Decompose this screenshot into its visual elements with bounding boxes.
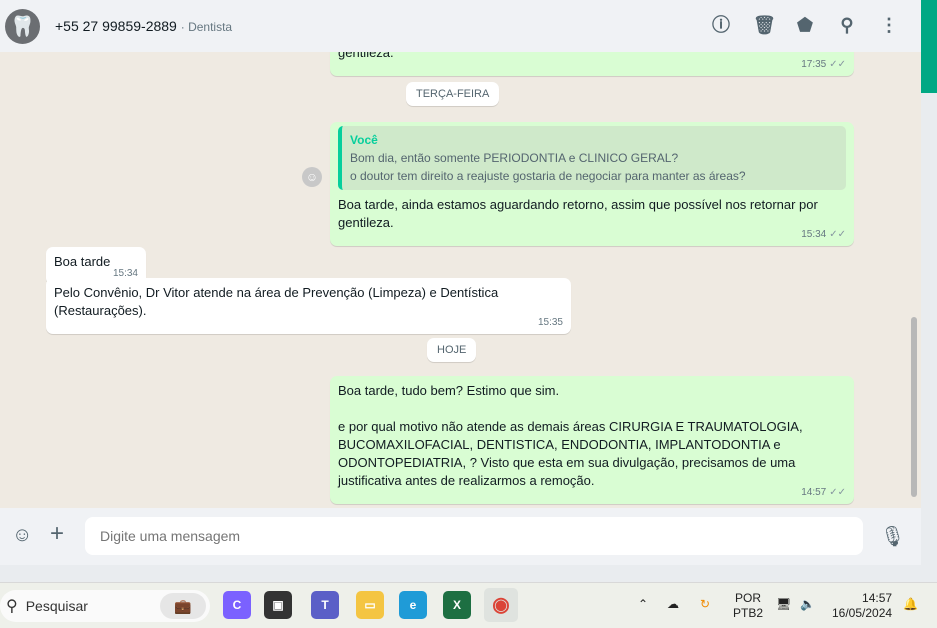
date-divider: TERÇA-FEIRA [406, 82, 500, 106]
chat-area: gentileza. 17:35 ✓✓ TERÇA-FEIRA ☺ Você Bo… [0, 52, 921, 508]
emoji-icon[interactable]: ☺ [12, 524, 32, 547]
message-text: e por qual motivo não atende as demais á… [338, 419, 803, 488]
search-label: Pesquisar [25, 598, 88, 614]
scrollbar[interactable] [911, 317, 917, 497]
taskbar: ⚲ Pesquisar 💼 C ▣ T ▭ e X ◉ ⌃ ☁ ↻ POR PTB2… [0, 582, 937, 628]
search-icon[interactable]: ⚲ [837, 14, 857, 36]
label-icon[interactable]: ⬟ [795, 14, 815, 36]
copilot-icon[interactable]: C [223, 591, 251, 619]
window-edge [921, 0, 937, 565]
message-time: 14:57 [801, 487, 827, 498]
quote-text: o doutor tem direito a reajuste gostaria… [350, 169, 746, 183]
message-time: 17:35 [801, 59, 827, 70]
message-text: Boa tarde [54, 254, 111, 269]
network-icon[interactable]: 🖥 [776, 597, 791, 612]
message-outgoing: Boa tarde, tudo bem? Estimo que sim. e p… [330, 376, 854, 504]
search-icon: ⚲ [6, 598, 18, 615]
layout-code: PTB2 [733, 606, 764, 620]
file-explorer-icon[interactable]: ▭ [356, 591, 384, 619]
cloud-off-icon[interactable]: ☁ [667, 597, 679, 612]
date-divider: HOJE [427, 338, 477, 362]
message-text: Boa tarde, ainda estamos aguardando reto… [338, 197, 818, 230]
message-incoming: Pelo Convênio, Dr Vitor atende na área d… [46, 278, 571, 334]
message-text: Pelo Convênio, Dr Vitor atende na área d… [54, 285, 499, 318]
sync-icon[interactable]: ↻ [700, 597, 710, 612]
contact-number: +55 27 99859-2889 [55, 18, 177, 34]
volume-icon[interactable]: 🔈 [800, 597, 815, 612]
double-check-icon: ✓✓ [829, 229, 846, 240]
trash-icon[interactable]: 🗑 [753, 14, 776, 36]
composer: ☺ + 🎙 [0, 508, 921, 565]
quote-author: Você [350, 133, 378, 147]
message-text: Boa tarde, tudo bem? Estimo que sim. [338, 383, 560, 398]
message-time: 15:35 [537, 317, 563, 328]
clock[interactable]: 14:57 16/05/2024 [832, 591, 892, 621]
chevron-up-icon[interactable]: ⌃ [638, 597, 648, 612]
info-icon[interactable]: ⓘ [711, 14, 731, 36]
message-input[interactable] [85, 517, 863, 555]
message-outgoing: gentileza. 17:35 ✓✓ [330, 52, 854, 76]
contact-info[interactable]: +55 27 99859-2889 · Dentista [55, 18, 232, 34]
chat-header: 🦷 +55 27 99859-2889 · Dentista ⓘ 🗑 ⬟ ⚲ ⋮ [0, 0, 921, 52]
microphone-icon[interactable]: 🎙 [880, 524, 905, 549]
message-outgoing: Você Bom dia, então somente PERIODONTIA … [330, 122, 854, 246]
language-indicator[interactable]: POR PTB2 [733, 591, 763, 621]
clock-time: 14:57 [862, 591, 893, 605]
contact-avatar[interactable]: 🦷 [5, 8, 40, 44]
task-view-icon[interactable]: ▣ [264, 591, 292, 619]
taskbar-search[interactable]: ⚲ Pesquisar 💼 [0, 590, 210, 622]
message-text: gentileza. [338, 52, 394, 60]
plus-icon[interactable]: + [50, 520, 64, 548]
quote-text: Bom dia, então somente PERIODONTIA e CLI… [350, 151, 679, 165]
chrome-icon[interactable]: ◉ [484, 588, 518, 622]
double-check-icon: ✓✓ [829, 59, 846, 70]
clock-date: 16/05/2024 [832, 606, 893, 620]
react-emoji-icon[interactable]: ☺ [302, 167, 322, 187]
edge-icon[interactable]: e [399, 591, 427, 619]
lang-code: POR [735, 591, 762, 605]
double-check-icon: ✓✓ [829, 487, 846, 498]
quoted-message[interactable]: Você Bom dia, então somente PERIODONTIA … [338, 126, 846, 190]
contact-label: · Dentista [180, 20, 233, 34]
message-time: 15:34 [801, 229, 827, 240]
teams-icon[interactable]: T [311, 591, 339, 619]
notification-bell-icon[interactable]: 🔔 [903, 597, 918, 612]
menu-icon[interactable]: ⋮ [879, 14, 899, 36]
briefcase-icon: 💼 [160, 593, 206, 619]
tooth-icon: 🦷 [10, 15, 35, 38]
excel-icon[interactable]: X [443, 591, 471, 619]
